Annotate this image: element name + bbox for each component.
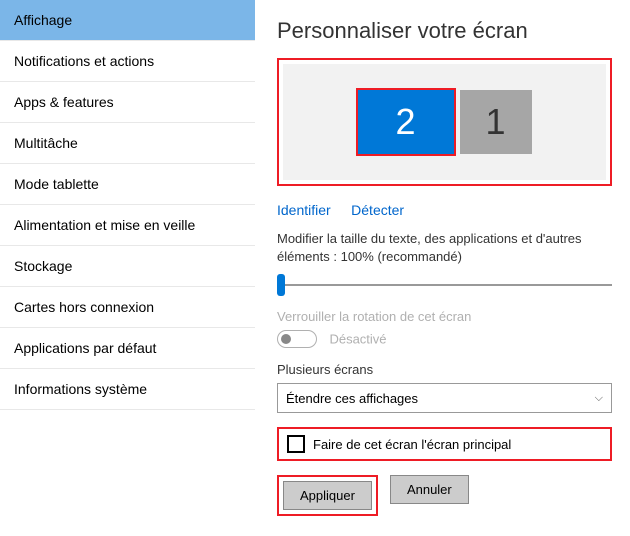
apply-button-highlight: Appliquer <box>277 475 378 516</box>
sidebar-item-label: Stockage <box>14 258 72 274</box>
scale-label: Modifier la taille du texte, des applica… <box>277 230 612 265</box>
sidebar-item-label: Mode tablette <box>14 176 99 192</box>
scale-slider[interactable] <box>277 277 612 293</box>
primary-display-label: Faire de cet écran l'écran principal <box>313 437 511 452</box>
apply-button[interactable]: Appliquer <box>283 481 372 510</box>
primary-display-row-highlight: Faire de cet écran l'écran principal <box>277 427 612 461</box>
sidebar-item-label: Affichage <box>14 12 72 28</box>
multiple-displays-label: Plusieurs écrans <box>277 362 612 377</box>
chevron-down-icon: ⌵ <box>595 392 603 405</box>
sidebar-item-label: Cartes hors connexion <box>14 299 154 315</box>
rotation-toggle[interactable] <box>277 330 317 348</box>
sidebar-item-label: Notifications et actions <box>14 53 154 69</box>
monitor-selector-highlight: 2 1 <box>277 58 612 186</box>
monitor-1[interactable]: 1 <box>460 90 532 154</box>
sidebar-item-alimentation[interactable]: Alimentation et mise en veille <box>0 205 255 246</box>
sidebar-item-label: Apps & features <box>14 94 114 110</box>
monitor-selector: 2 1 <box>283 64 606 180</box>
sidebar-item-label: Applications par défaut <box>14 340 156 356</box>
sidebar: Affichage Notifications et actions Apps … <box>0 0 255 536</box>
sidebar-item-apps-features[interactable]: Apps & features <box>0 82 255 123</box>
sidebar-item-stockage[interactable]: Stockage <box>0 246 255 287</box>
cancel-button[interactable]: Annuler <box>390 475 469 504</box>
sidebar-item-cartes[interactable]: Cartes hors connexion <box>0 287 255 328</box>
detect-link[interactable]: Détecter <box>351 202 404 218</box>
monitor-links: Identifier Détecter <box>277 202 612 220</box>
sidebar-item-mode-tablette[interactable]: Mode tablette <box>0 164 255 205</box>
monitor-1-label: 1 <box>485 101 505 143</box>
sidebar-item-label: Multitâche <box>14 135 78 151</box>
sidebar-item-multitache[interactable]: Multitâche <box>0 123 255 164</box>
rotation-lock-label: Verrouiller la rotation de cet écran <box>277 309 612 324</box>
toggle-state-text: Désactivé <box>329 332 386 347</box>
sidebar-item-notifications[interactable]: Notifications et actions <box>0 41 255 82</box>
primary-display-checkbox[interactable] <box>287 435 305 453</box>
sidebar-item-infos-systeme[interactable]: Informations système <box>0 369 255 410</box>
main-panel: Personnaliser votre écran 2 1 Identifier… <box>255 0 630 536</box>
slider-thumb[interactable] <box>277 274 285 296</box>
select-value: Étendre ces affichages <box>286 391 418 406</box>
rotation-toggle-row: Désactivé <box>277 330 612 348</box>
monitor-2[interactable]: 2 <box>356 88 456 156</box>
multiple-displays-select[interactable]: Étendre ces affichages ⌵ <box>277 383 612 413</box>
toggle-knob <box>281 334 291 344</box>
monitor-2-label: 2 <box>395 101 415 143</box>
page-title: Personnaliser votre écran <box>277 18 612 44</box>
sidebar-item-affichage[interactable]: Affichage <box>0 0 255 41</box>
button-row: Appliquer Annuler <box>277 475 612 516</box>
sidebar-item-label: Alimentation et mise en veille <box>14 217 195 233</box>
sidebar-item-label: Informations système <box>14 381 147 397</box>
identify-link[interactable]: Identifier <box>277 202 331 218</box>
sidebar-item-apps-defaut[interactable]: Applications par défaut <box>0 328 255 369</box>
slider-track <box>277 284 612 286</box>
